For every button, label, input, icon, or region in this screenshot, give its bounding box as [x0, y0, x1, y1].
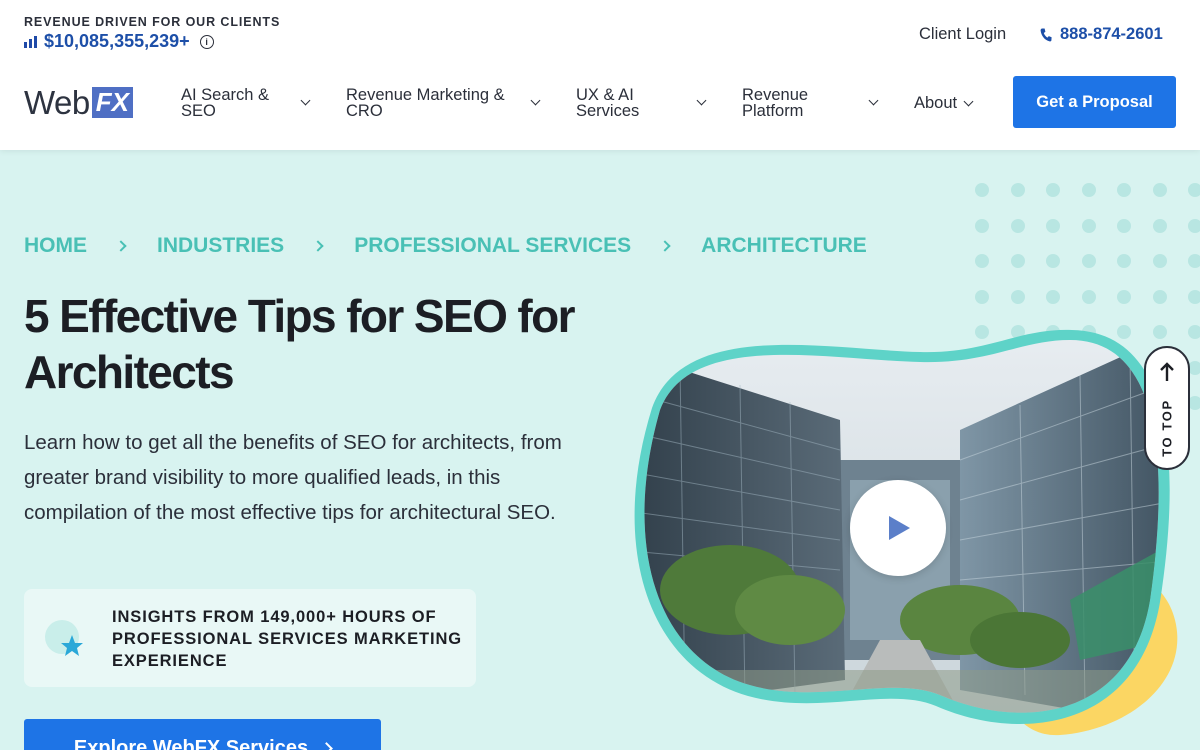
nav-item-revenue-platform[interactable]: Revenue Platform [742, 86, 879, 120]
explore-services-label: Explore WebFX Services [73, 737, 309, 750]
logo-web-text: Web [24, 84, 90, 121]
nav-item-ux-ai-services[interactable]: UX & AI Services [576, 86, 707, 120]
nav-item-ai-search-seo[interactable]: AI Search & SEO [181, 86, 311, 120]
chevron-down-icon [696, 95, 707, 106]
info-icon[interactable]: i [199, 34, 214, 49]
phone-number: 888-874-2601 [1060, 25, 1163, 43]
nav-label: About [914, 94, 958, 112]
chevron-right-icon [312, 240, 324, 252]
logo-fx-mark: FX [91, 87, 133, 118]
bar-chart-icon [24, 35, 37, 48]
phone-link[interactable]: 888-874-2601 [1040, 25, 1163, 44]
explore-services-button[interactable]: Explore WebFX Services [24, 719, 381, 750]
nav-item-revenue-marketing-cro[interactable]: Revenue Marketing & CRO [346, 86, 541, 120]
revenue-value: $10,085,355,239+ [44, 31, 190, 51]
get-proposal-button[interactable]: Get a Proposal [1013, 76, 1176, 128]
chevron-right-icon [115, 240, 127, 252]
revenue-label: REVENUE DRIVEN FOR OUR CLIENTS [24, 15, 281, 29]
nav-label: Revenue Platform [742, 86, 809, 120]
breadcrumb: HOME INDUSTRIES PROFESSIONAL SERVICES AR… [24, 234, 867, 258]
insight-text: INSIGHTS FROM 149,000+ HOURS OF PROFESSI… [112, 608, 463, 670]
play-icon [889, 516, 910, 540]
hero-section: HOME INDUSTRIES PROFESSIONAL SERVICES AR… [0, 150, 1200, 750]
page-title: 5 Effective Tips for SEO for Architects [24, 290, 576, 398]
play-video-button[interactable] [850, 480, 946, 576]
insight-card: INSIGHTS FROM 149,000+ HOURS OF PROFESSI… [24, 589, 476, 687]
revenue-counter: $10,085,355,239+ i [24, 31, 214, 52]
star-badge-icon [45, 620, 83, 656]
chevron-right-icon [320, 742, 333, 750]
chevron-down-icon [300, 95, 311, 106]
to-top-button[interactable]: TO TOP [1144, 346, 1190, 470]
breadcrumb-home[interactable]: HOME [24, 234, 87, 258]
client-login-link[interactable]: Client Login [919, 25, 1006, 44]
site-header: REVENUE DRIVEN FOR OUR CLIENTS $10,085,3… [0, 0, 1200, 150]
hero-description: Learn how to get all the benefits of SEO… [24, 431, 562, 524]
chevron-right-icon [659, 240, 671, 252]
nav-label: UX & AI Services [576, 86, 640, 120]
breadcrumb-architecture[interactable]: ARCHITECTURE [701, 234, 867, 258]
chevron-down-icon [530, 95, 541, 106]
chevron-down-icon [963, 96, 974, 106]
chevron-down-icon [868, 95, 879, 106]
breadcrumb-industries[interactable]: INDUSTRIES [157, 234, 284, 258]
breadcrumb-professional-services[interactable]: PROFESSIONAL SERVICES [354, 234, 631, 258]
arrow-up-icon [1160, 362, 1174, 381]
nav-label: AI Search & SEO [181, 86, 270, 120]
to-top-label: TO TOP [1159, 399, 1175, 457]
nav-item-about[interactable]: About [914, 94, 974, 112]
phone-icon [1040, 28, 1052, 41]
webfx-logo[interactable]: Web FX [24, 86, 133, 119]
nav-label: Revenue Marketing & CRO [346, 86, 505, 120]
